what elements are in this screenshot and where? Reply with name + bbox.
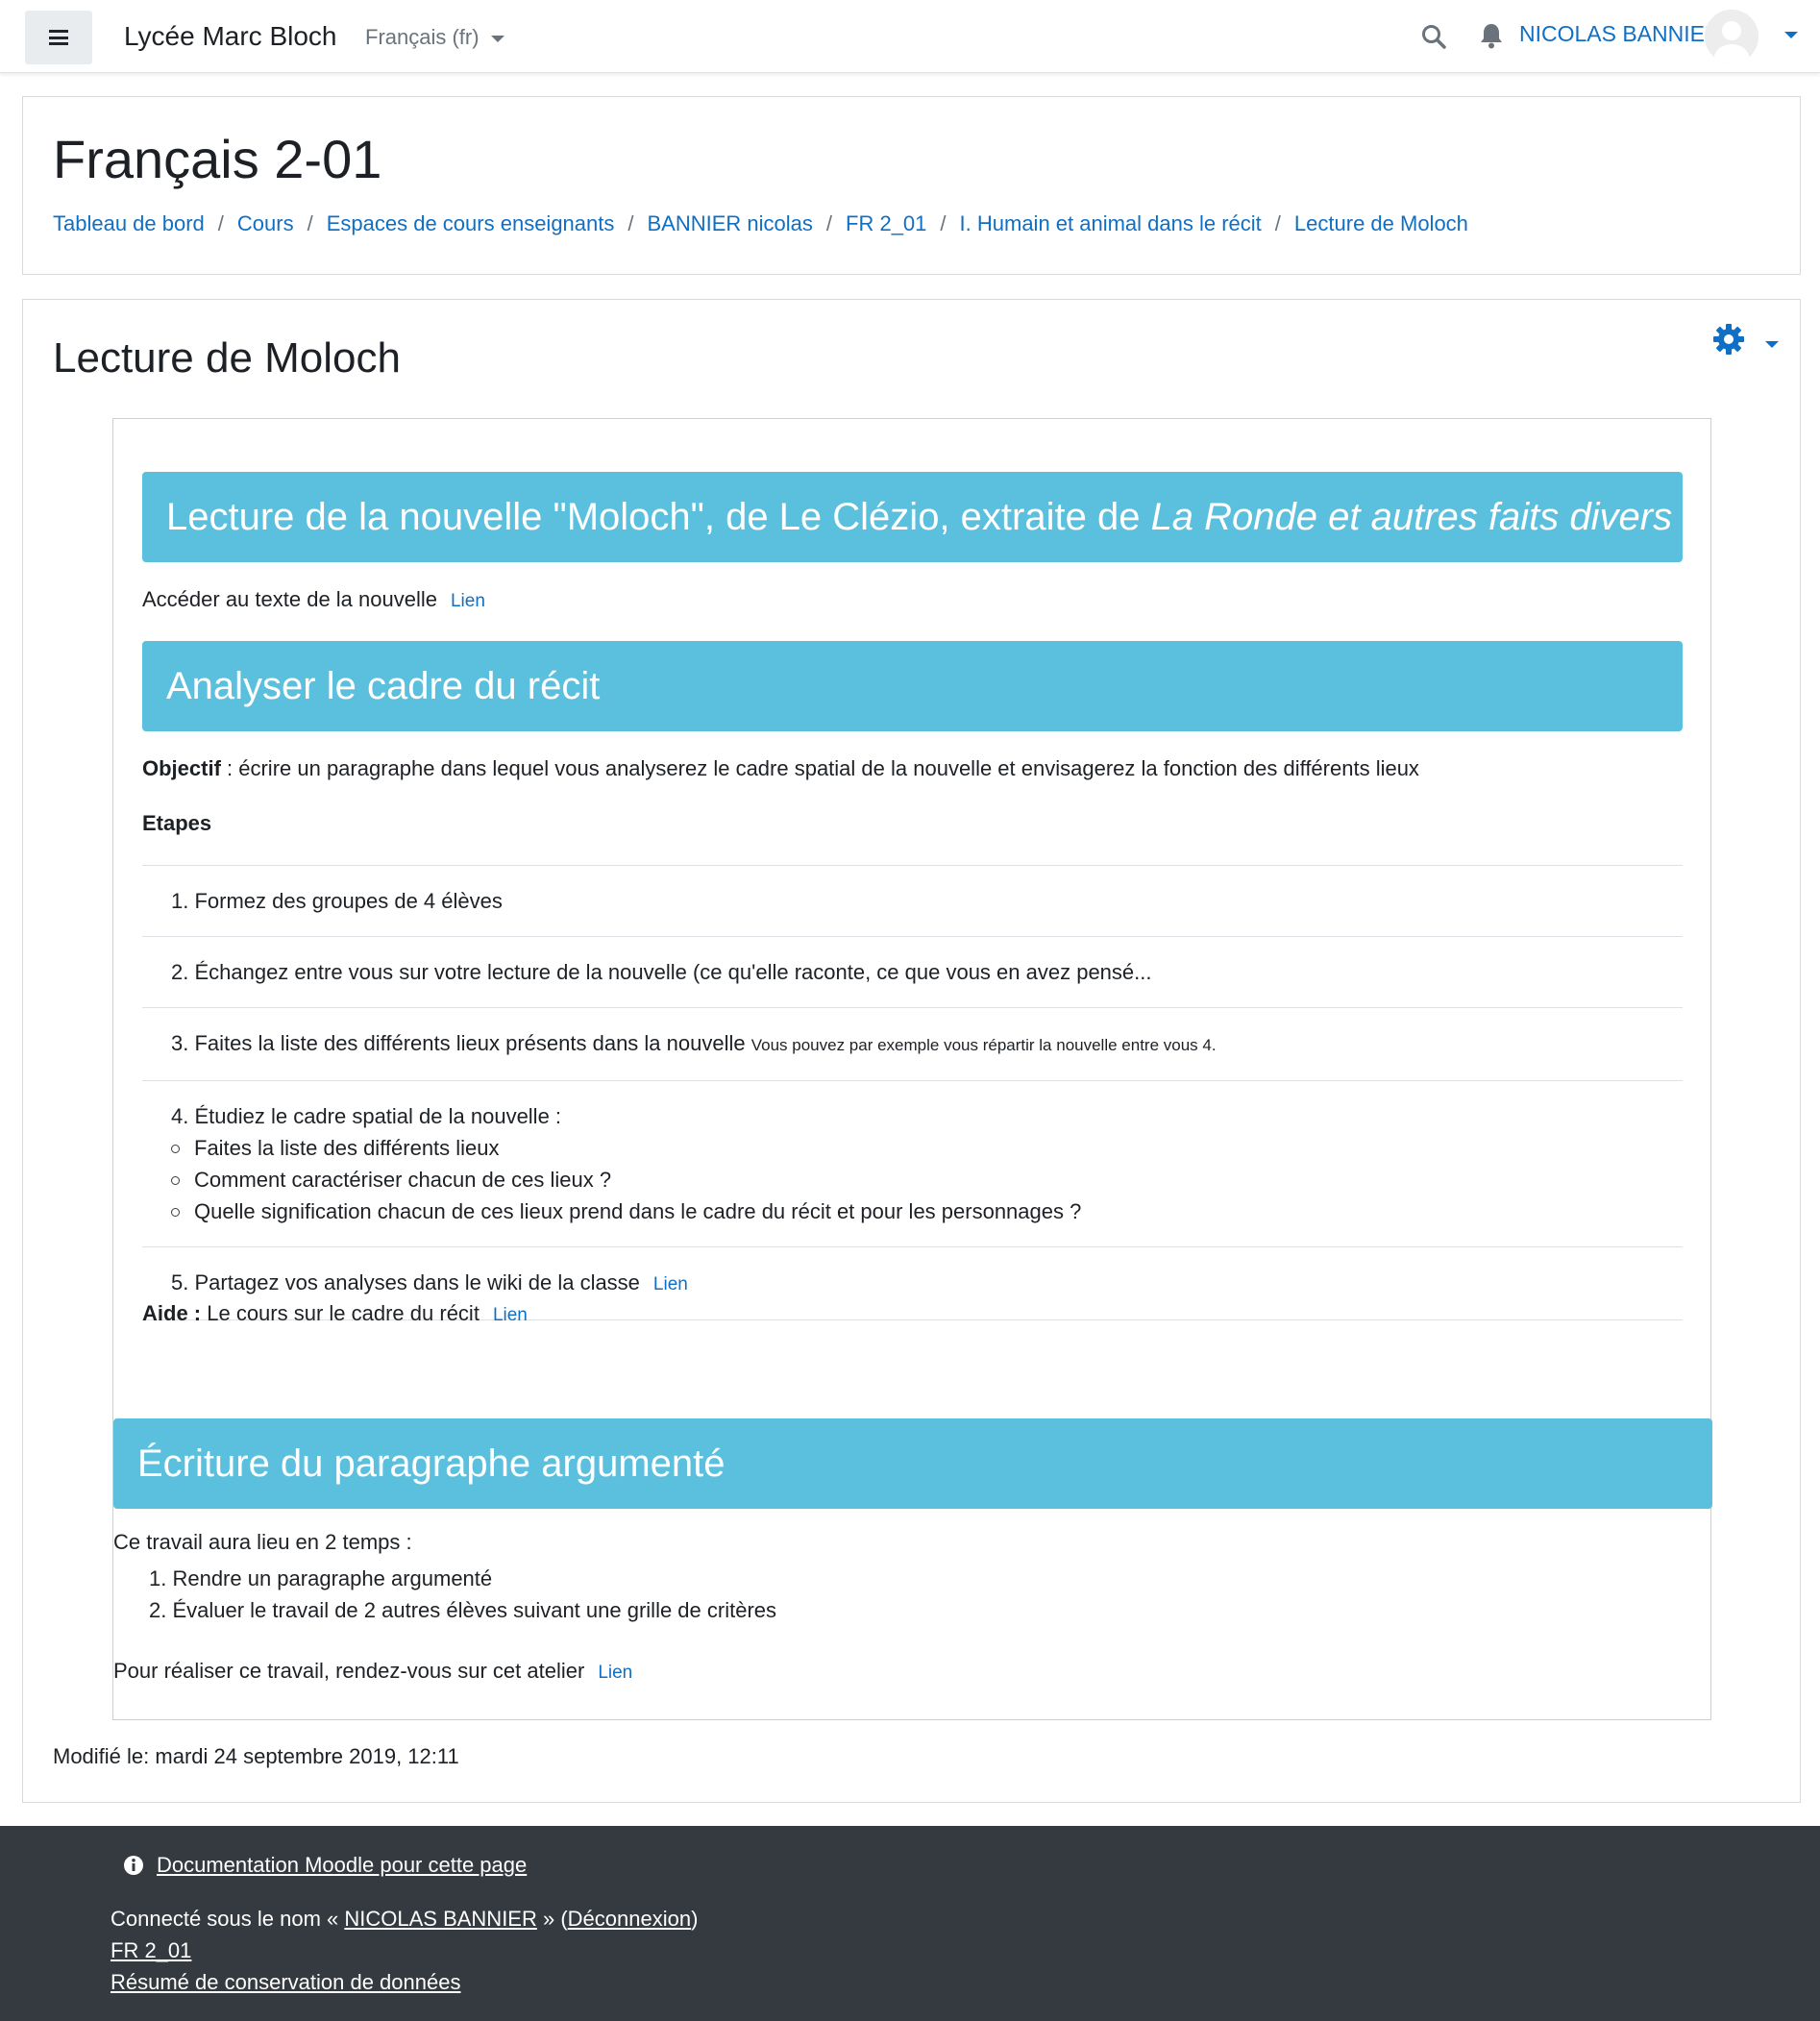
page-title: Lecture de Moloch (53, 334, 401, 382)
work-intro-text: Ce travail aura lieu en 2 temps : (113, 1530, 412, 1554)
banner-analyse-text: Analyser le cadre du récit (166, 664, 601, 707)
data-retention-link[interactable]: Résumé de conservation de données (111, 1970, 460, 1995)
breadcrumb-separator: / (940, 211, 947, 235)
banner-reading-book-title: La Ronde et autres faits divers (1150, 495, 1673, 538)
step-3-note: Vous pouvez par exemple vous répartir la… (750, 1036, 1217, 1054)
objective-text: : écrire un paragraphe dans lequel vous … (220, 756, 1419, 780)
breadcrumb-dashboard[interactable]: Tableau de bord (53, 211, 205, 235)
course-title: Français 2-01 (53, 129, 382, 189)
steps-table: 1. Formez des groupes de 4 élèves 2. Éch… (142, 865, 1683, 1320)
objective-label: Objectif (142, 756, 221, 780)
hamburger-icon (49, 30, 68, 45)
workshop-text: Pour réaliser ce travail, rendez-vous su… (113, 1659, 585, 1683)
logged-in-mid: » ( (536, 1907, 568, 1931)
step-row: 4. Étudiez le cadre spatial de la nouvel… (142, 1081, 1683, 1247)
step-row: 2. Échangez entre vous sur votre lecture… (142, 937, 1683, 1008)
search-icon[interactable] (1420, 23, 1447, 50)
access-text: Accéder au texte de la nouvelle (142, 587, 437, 611)
site-name[interactable]: Lycée Marc Bloch (124, 21, 337, 52)
workshop-link[interactable]: Lien (598, 1663, 632, 1683)
gear-icon[interactable] (1712, 323, 1745, 356)
logged-in-info: Connecté sous le nom « NICOLAS BANNIER »… (111, 1907, 698, 1932)
breadcrumb-teacher-spaces[interactable]: Espaces de cours enseignants (327, 211, 615, 235)
breadcrumb-separator: / (825, 211, 833, 235)
workshop-line: Pour réaliser ce travail, rendez-vous su… (113, 1659, 632, 1684)
profile-link[interactable]: NICOLAS BANNIER (344, 1907, 537, 1931)
page-footer: Documentation Moodle pour cette page Con… (0, 1826, 1820, 2021)
banner-writing-text: Écriture du paragraphe argumenté (137, 1442, 726, 1485)
breadcrumb: Tableau de bord / Cours / Espaces de cours e… (53, 211, 1468, 236)
list-item: 2. Évaluer le travail de 2 autres élèves… (149, 1598, 777, 1622)
banner-writing: Écriture du paragraphe argumenté (113, 1418, 1712, 1509)
help-text: Le cours sur le cadre du récit (201, 1301, 480, 1325)
logout-link[interactable]: Déconnexion (568, 1907, 691, 1931)
avatar[interactable] (1705, 10, 1759, 63)
breadcrumb-teacher[interactable]: BANNIER nicolas (648, 211, 813, 235)
menu-toggle-button[interactable] (25, 11, 92, 64)
logged-in-suffix: ) (691, 1907, 699, 1931)
step-5-text: 5. Partagez vos analyses dans le wiki de… (171, 1270, 640, 1294)
banner-analyse: Analyser le cadre du récit (142, 641, 1683, 731)
info-icon (124, 1856, 143, 1875)
breadcrumb-separator: / (1274, 211, 1281, 235)
steps-heading: Etapes (142, 811, 211, 836)
page-header: Français 2-01 Tableau de bord / Cours / Espa… (22, 96, 1801, 275)
objective-line: Objectif : écrire un paragraphe dans leq… (142, 756, 1419, 781)
step-4-text: 4. Étudiez le cadre spatial de la nouvel… (171, 1104, 562, 1128)
actions-menu-caret-icon[interactable] (1765, 341, 1779, 348)
work-steps-list: 1. Rendre un paragraphe argumenté 2. Éva… (149, 1563, 776, 1626)
course-home-link[interactable]: FR 2_01 (111, 1938, 191, 1963)
step-2-text: 2. Échangez entre vous sur votre lecture… (171, 960, 1152, 984)
step-4-sublist: Faites la liste des différents lieux Com… (171, 1132, 1654, 1227)
banner-reading-text: Lecture de la nouvelle "Moloch", de Le C… (166, 495, 1151, 538)
list-item: Comment caractériser chacun de ces lieux… (171, 1164, 1654, 1195)
help-label: Aide : (142, 1301, 202, 1325)
page-content-box: Lecture de la nouvelle "Moloch", de Le C… (112, 418, 1712, 1720)
language-label: Français (fr) (365, 25, 480, 49)
text-link[interactable]: Lien (451, 591, 485, 611)
list-item: Faites la liste des différents lieux (171, 1132, 1654, 1164)
access-text-line: Accéder au texte de la nouvelle Lien (142, 587, 485, 612)
work-intro: Ce travail aura lieu en 2 temps : (113, 1530, 412, 1555)
breadcrumb-separator: / (307, 211, 313, 235)
step-row: 3. Faites la liste des différents lieux … (142, 1008, 1683, 1081)
breadcrumb-section[interactable]: I. Humain et animal dans le récit (960, 211, 1262, 235)
caret-down-icon (490, 35, 504, 42)
breadcrumb-course[interactable]: FR 2_01 (846, 211, 926, 235)
user-avatar-icon (1705, 10, 1759, 63)
breadcrumb-current-page[interactable]: Lecture de Moloch (1294, 211, 1468, 235)
main-content: Lecture de Moloch Lecture de la nouvelle… (22, 299, 1801, 1803)
breadcrumb-courses[interactable]: Cours (237, 211, 294, 235)
notification-bell-icon[interactable] (1479, 22, 1504, 49)
user-menu-caret-icon[interactable] (1784, 32, 1798, 38)
help-course-link[interactable]: Lien (493, 1305, 528, 1325)
moodle-docs-link[interactable]: Documentation Moodle pour cette page (157, 1853, 527, 1878)
banner-reading: Lecture de la nouvelle "Moloch", de Le C… (142, 472, 1683, 562)
top-navbar: Lycée Marc Bloch Français (fr) NICOLAS B… (0, 0, 1820, 73)
list-item: Quelle signification chacun de ces lieux… (171, 1195, 1654, 1227)
step-3-text: 3. Faites la liste des différents lieux … (171, 1031, 746, 1055)
wiki-link[interactable]: Lien (653, 1274, 688, 1294)
user-menu-name[interactable]: NICOLAS BANNIER (1519, 21, 1721, 47)
breadcrumb-separator: / (627, 211, 634, 235)
breadcrumb-separator: / (217, 211, 224, 235)
list-item: 1. Rendre un paragraphe argumenté (149, 1566, 493, 1590)
steps-label: Etapes (142, 811, 212, 835)
last-modified: Modifié le: mardi 24 septembre 2019, 12:… (53, 1744, 459, 1768)
logged-in-prefix: Connecté sous le nom « (111, 1907, 345, 1931)
step-1-text: 1. Formez des groupes de 4 élèves (171, 889, 503, 913)
help-line: Aide : Le cours sur le cadre du récit Lie… (142, 1301, 528, 1326)
step-row: 1. Formez des groupes de 4 élèves (142, 866, 1683, 937)
language-menu[interactable]: Français (fr) (365, 25, 504, 50)
